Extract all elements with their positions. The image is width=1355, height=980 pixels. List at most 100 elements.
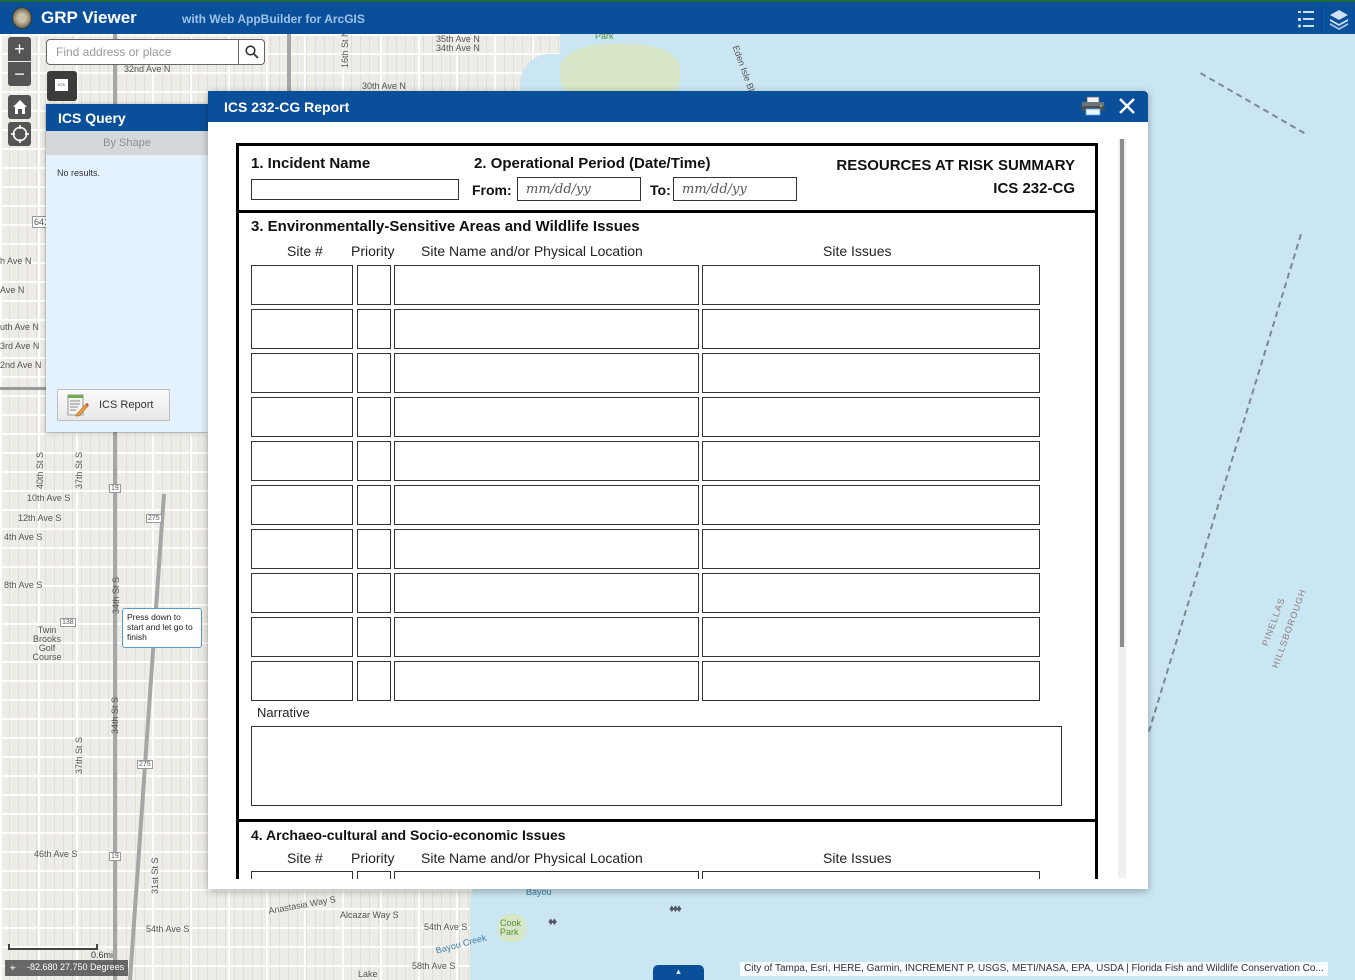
priority-input[interactable] [357,529,391,569]
site-issues-input[interactable] [702,871,1040,879]
site-name-input[interactable] [394,661,699,701]
incident-name-input[interactable] [251,179,459,200]
from-date-input[interactable]: mm/dd/yy [517,177,641,201]
chevron-up-icon: ▲ [674,967,683,976]
site-name-input[interactable] [394,617,699,657]
to-label: To: [650,182,671,198]
ics-report-button[interactable]: ICS Report [57,389,170,421]
layers-icon[interactable] [1328,8,1350,30]
site-name-input[interactable] [394,441,699,481]
map-label: 31st St S [150,857,160,894]
map-label: 40th St S [35,451,45,489]
site-number-input[interactable] [251,661,353,701]
list-legend-icon[interactable] [1295,8,1317,30]
map-label: 2nd Ave N [0,360,42,370]
site-number-input[interactable] [251,397,353,437]
site-name-input[interactable] [394,573,699,613]
site-name-input[interactable] [394,529,699,569]
search-box [46,39,265,65]
site-name-input[interactable] [394,353,699,393]
priority-input[interactable] [357,573,391,613]
summary-title: RESOURCES AT RISK SUMMARY [836,157,1075,174]
scrollbar-thumb[interactable] [1120,139,1124,647]
site-issues-input[interactable] [702,309,1040,349]
section-divider [239,210,1095,213]
site-number-input[interactable] [251,617,353,657]
site-number-input[interactable] [251,309,353,349]
map-label: 12th Ave S [18,513,62,523]
priority-input[interactable] [357,397,391,437]
site-issues-input[interactable] [702,353,1040,393]
map-label: 16th St N [340,34,350,68]
to-date-input[interactable]: mm/dd/yy [673,177,797,201]
ics-query-title: ICS Query [46,104,208,131]
map-label: 8th Ave S [4,580,43,590]
priority-input[interactable] [357,441,391,481]
printer-icon [1081,96,1105,116]
locate-button[interactable] [8,122,31,146]
priority-input[interactable] [357,485,391,525]
site-issues-input[interactable] [702,265,1040,305]
map-label: 37th St S [74,451,84,489]
site-number-input[interactable] [251,529,353,569]
section-divider [239,819,1095,822]
search-input[interactable] [47,40,238,64]
site-number-input[interactable] [251,871,353,879]
site-name-input[interactable] [394,265,699,305]
col-site-issues: Site Issues [823,243,892,259]
site-issues-input[interactable] [702,397,1040,437]
header-divider [1321,6,1322,32]
scale-label: 0.6mi [91,950,114,960]
map-marker-icon[interactable]: ♦♦♦ [669,903,682,915]
locate-icon [10,125,29,143]
priority-input[interactable] [357,265,391,305]
site-issues-input[interactable] [702,573,1040,613]
incident-name-label: 1. Incident Name [251,155,371,172]
map-label: Cook Park [500,918,522,937]
route-shield: 275 [137,760,153,769]
ics-widget-button[interactable]: ICS [47,71,77,101]
priority-input[interactable] [357,871,391,879]
map-label: 34th Ave N [436,43,480,53]
site-number-input[interactable] [251,485,353,525]
site-issues-input[interactable] [702,617,1040,657]
site-issues-input[interactable] [702,441,1040,481]
coordinate-readout[interactable]: ⌖ -82.680 27.750 Degrees [5,960,129,976]
home-icon [12,100,27,114]
site-name-input[interactable] [394,871,699,879]
home-button[interactable] [8,95,31,119]
print-button[interactable] [1080,96,1105,116]
site-number-input[interactable] [251,353,353,393]
report-content[interactable]: 1. Incident Name 2. Operational Period (… [208,122,1148,879]
site-issues-input[interactable] [702,661,1040,701]
map-marker-icon[interactable]: ♦♦ [548,916,557,928]
zoom-in-button[interactable]: + [8,37,31,61]
map-label: h Ave N [0,256,32,266]
site-name-input[interactable] [394,397,699,437]
app-logo [12,7,32,29]
expand-panel-button[interactable]: ▲ [653,965,704,980]
site-issues-input[interactable] [702,485,1040,525]
narrative-input[interactable] [251,726,1062,806]
zoom-out-button[interactable]: − [8,62,31,86]
route-shield: 19 [109,484,121,493]
site-name-input[interactable] [394,485,699,525]
site-issues-input[interactable] [702,529,1040,569]
tab-by-shape[interactable]: By Shape [46,131,208,155]
priority-input[interactable] [357,353,391,393]
priority-input[interactable] [357,661,391,701]
form-code: ICS 232-CG [993,180,1075,197]
priority-input[interactable] [357,617,391,657]
site-number-input[interactable] [251,441,353,481]
site-number-input[interactable] [251,573,353,613]
search-button[interactable] [238,40,264,64]
map-label: 34th St S [111,576,121,614]
priority-input[interactable] [357,309,391,349]
coordinate-text: -82.680 27.750 Degrees [27,962,125,972]
ics-icon: ICS [55,79,68,91]
close-button[interactable] [1116,95,1138,117]
site-number-input[interactable] [251,265,353,305]
route-shield: 19 [109,852,121,861]
app-subtitle: with Web AppBuilder for ArcGIS [182,12,365,26]
site-name-input[interactable] [394,309,699,349]
